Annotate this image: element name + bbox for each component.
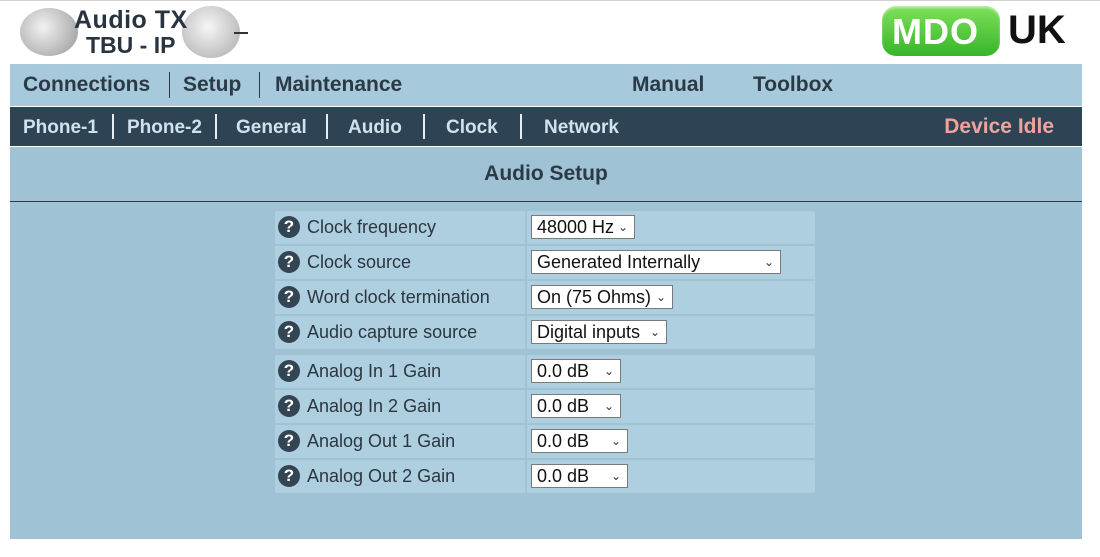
chevron-down-icon: ⌄ <box>603 364 614 378</box>
word-clock-termination-select[interactable]: On (75 Ohms) ⌄ <box>531 285 673 309</box>
setting-label: Analog In 2 Gain <box>307 396 442 416</box>
select-value: 0.0 dB <box>537 466 590 486</box>
select-value: 0.0 dB <box>537 361 590 381</box>
audio-capture-source-select[interactable]: Digital inputs ⌄ <box>531 320 667 344</box>
help-icon[interactable]: ? <box>278 360 300 382</box>
setting-row: ? Audio capture source Digital inputs ⌄ <box>275 316 815 349</box>
setting-row: ? Word clock termination On (75 Ohms) ⌄ <box>275 281 815 314</box>
analog-out-1-gain-select[interactable]: 0.0 dB ⌄ <box>531 429 628 453</box>
nav-toolbox[interactable]: Toolbox <box>753 73 833 97</box>
help-icon[interactable]: ? <box>278 216 300 238</box>
help-icon[interactable]: ? <box>278 321 300 343</box>
tab-separator <box>326 114 328 139</box>
setting-value-cell: Digital inputs ⌄ <box>527 316 815 349</box>
tab-phone-1[interactable]: Phone-1 <box>23 117 98 139</box>
setting-row: ? Analog Out 1 Gain 0.0 dB ⌄ <box>275 425 815 458</box>
setting-label-cell: ? Analog In 2 Gain <box>275 390 525 423</box>
logo-line2: TBU - IP <box>86 32 176 58</box>
chevron-down-icon: ⌄ <box>603 399 614 413</box>
nav-maintenance[interactable]: Maintenance <box>275 73 402 97</box>
setting-value-cell: 0.0 dB ⌄ <box>527 425 815 458</box>
select-value: 0.0 dB <box>537 396 590 416</box>
logo-line1: Audio TX <box>74 6 188 34</box>
setting-label: Audio capture source <box>307 322 478 342</box>
setting-label: Clock frequency <box>307 217 437 237</box>
setting-label-cell: ? Audio capture source <box>275 316 525 349</box>
logo-dash <box>234 32 248 34</box>
tab-audio[interactable]: Audio <box>348 117 402 139</box>
setting-value-cell: 48000 Hz ⌄ <box>527 211 815 244</box>
setting-label-cell: ? Analog Out 1 Gain <box>275 425 525 458</box>
uk-text: UK <box>1008 8 1066 52</box>
tab-separator <box>215 114 217 139</box>
chevron-down-icon: ⌄ <box>655 290 666 304</box>
tab-network[interactable]: Network <box>544 117 619 139</box>
title-divider <box>10 201 1082 202</box>
sub-nav: Phone-1 Phone-2 General Audio Clock Netw… <box>10 107 1082 146</box>
select-value: Digital inputs <box>537 322 641 342</box>
tab-general[interactable]: General <box>236 117 307 139</box>
nav-setup[interactable]: Setup <box>183 73 241 97</box>
setting-value-cell: Generated Internally ⌄ <box>527 246 815 279</box>
setting-label-cell: ? Clock source <box>275 246 525 279</box>
tab-separator <box>112 114 114 139</box>
tab-separator <box>520 114 522 139</box>
setting-label-cell: ? Analog Out 2 Gain <box>275 460 525 493</box>
xlr-connector-image <box>20 8 78 56</box>
analog-in-2-gain-select[interactable]: 0.0 dB ⌄ <box>531 394 621 418</box>
select-value: 0.0 dB <box>537 431 590 451</box>
device-status: Device Idle <box>944 115 1054 138</box>
chevron-down-icon: ⌄ <box>617 220 628 234</box>
clock-frequency-select[interactable]: 48000 Hz ⌄ <box>531 215 635 239</box>
audio-tx-logo: Audio TX TBU - IP <box>12 2 252 62</box>
chevron-down-icon: ⌄ <box>610 434 621 448</box>
select-value: On (75 Ohms) <box>537 287 652 307</box>
nav-manual[interactable]: Manual <box>632 73 704 97</box>
help-icon[interactable]: ? <box>278 251 300 273</box>
setting-value-cell: 0.0 dB ⌄ <box>527 460 815 493</box>
nav-separator <box>259 72 260 98</box>
setting-label: Word clock termination <box>307 287 490 307</box>
main-nav: Connections Setup Maintenance Manual Too… <box>10 64 1082 106</box>
setting-value-cell: 0.0 dB ⌄ <box>527 390 815 423</box>
setting-label-cell: ? Clock frequency <box>275 211 525 244</box>
mdo-badge-text: MDO <box>892 11 979 52</box>
select-value: 48000 Hz <box>537 217 615 237</box>
help-icon[interactable]: ? <box>278 465 300 487</box>
tab-phone-2[interactable]: Phone-2 <box>127 117 202 139</box>
setting-label-cell: ? Word clock termination <box>275 281 525 314</box>
select-value: Generated Internally <box>537 252 701 272</box>
clock-source-select[interactable]: Generated Internally ⌄ <box>531 250 781 274</box>
help-icon[interactable]: ? <box>278 395 300 417</box>
nav-connections[interactable]: Connections <box>23 73 150 97</box>
chevron-down-icon: ⌄ <box>649 325 660 339</box>
setting-label: Analog Out 1 Gain <box>307 431 456 451</box>
help-icon[interactable]: ? <box>278 430 300 452</box>
xlr-connector-image <box>182 6 240 58</box>
analog-in-1-gain-select[interactable]: 0.0 dB ⌄ <box>531 359 621 383</box>
setting-value-cell: 0.0 dB ⌄ <box>527 355 815 388</box>
tab-clock[interactable]: Clock <box>446 117 498 139</box>
setting-value-cell: On (75 Ohms) ⌄ <box>527 281 815 314</box>
setting-row: ? Clock frequency 48000 Hz ⌄ <box>275 211 815 244</box>
top-border <box>0 0 1100 1</box>
setting-label: Clock source <box>307 252 412 272</box>
analog-out-2-gain-select[interactable]: 0.0 dB ⌄ <box>531 464 628 488</box>
setting-row: ? Analog Out 2 Gain 0.0 dB ⌄ <box>275 460 815 493</box>
nav-separator <box>169 72 170 98</box>
setting-label-cell: ? Analog In 1 Gain <box>275 355 525 388</box>
setting-label: Analog In 1 Gain <box>307 361 442 381</box>
mdo-uk-logo: MDO UK <box>880 4 1080 60</box>
help-icon[interactable]: ? <box>278 286 300 308</box>
page-title: Audio Setup <box>484 162 608 185</box>
chevron-down-icon: ⌄ <box>610 469 621 483</box>
setting-row: ? Analog In 2 Gain 0.0 dB ⌄ <box>275 390 815 423</box>
setting-row: ? Analog In 1 Gain 0.0 dB ⌄ <box>275 355 815 388</box>
chevron-down-icon: ⌄ <box>763 255 774 269</box>
setting-label: Analog Out 2 Gain <box>307 466 456 486</box>
setting-row: ? Clock source Generated Internally ⌄ <box>275 246 815 279</box>
tab-separator <box>423 114 425 139</box>
mdo-badge: MDO <box>882 6 1000 56</box>
main-content: Audio Setup ? Clock frequency 48000 Hz ⌄ … <box>10 147 1082 539</box>
